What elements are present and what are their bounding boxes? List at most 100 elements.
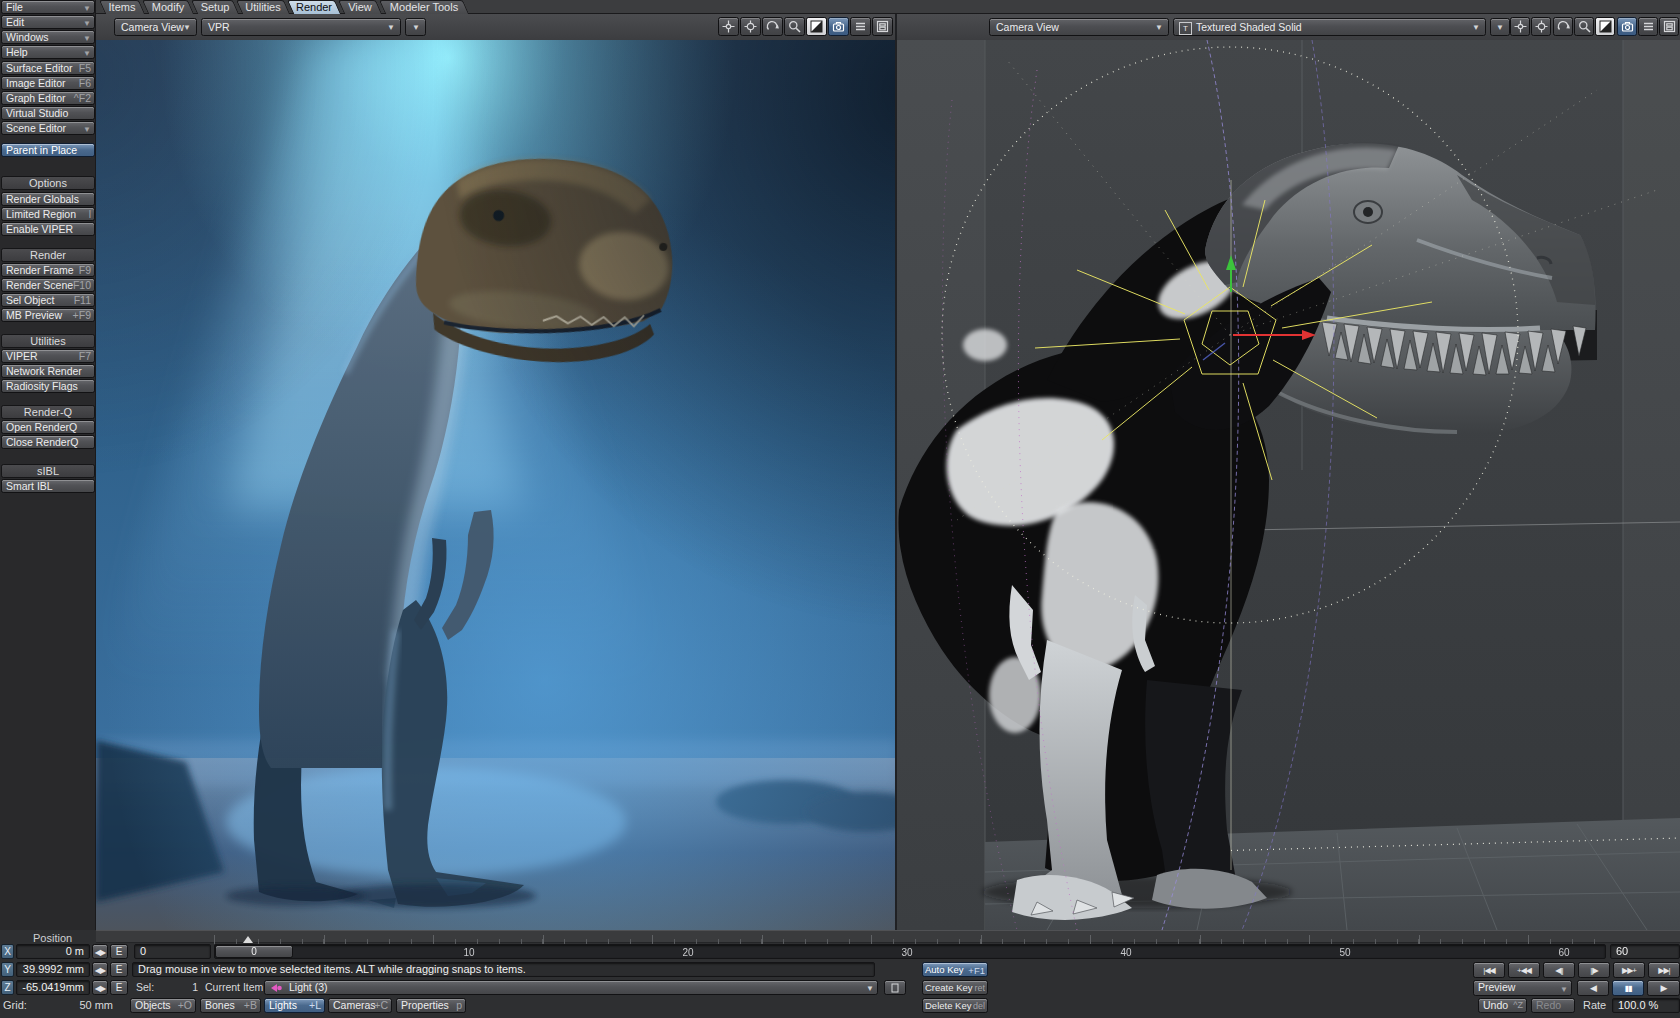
objects-button[interactable]: Objects+O [130,998,196,1013]
left-render-mode-dropdown[interactable]: VPR▼ [201,18,401,36]
bones-button[interactable]: Bones+B [200,998,261,1013]
viewport-layout-icon[interactable] [872,17,893,36]
prev-key-button[interactable]: +◀◀ [1508,962,1540,978]
menu-icon[interactable] [1638,17,1658,36]
current-frame-marker[interactable] [243,936,253,943]
menu-icon[interactable] [850,17,871,36]
viewport-layout-icon[interactable] [1659,17,1679,36]
parent-in-place-button[interactable]: Parent in Place [1,143,95,157]
move-icon[interactable] [1531,17,1551,36]
play-button[interactable]: ▶ [1647,980,1680,996]
step-back-button[interactable]: ◀|| [1543,962,1575,978]
undo-button[interactable]: Undo^Z [1478,998,1527,1013]
right-extra-dropdown[interactable]: ▼ [1490,18,1510,36]
properties-button[interactable]: Propertiesp [396,998,466,1013]
graph-editor-button[interactable]: Graph Editor^F2 [1,91,95,105]
move-icon[interactable] [740,17,761,36]
current-frame-field[interactable]: 0 [134,944,211,959]
delete-key-button[interactable]: Delete Keydel [922,998,988,1013]
timeline-slider-track[interactable]: 10 20 30 40 50 60 0 [214,944,1606,959]
menu-windows[interactable]: Windows▼ [1,30,95,44]
render-frame-button[interactable]: Render FrameF9 [1,263,95,277]
x-spinner[interactable]: ◀▶ [92,944,108,959]
tab-items[interactable]: Items [102,0,142,14]
expand-viewport-icon[interactable] [806,17,827,36]
go-start-button[interactable]: |◀◀ [1473,962,1505,978]
auto-key-button[interactable]: Auto Key+F1 [922,962,988,977]
create-key-button[interactable]: Create Keyret [922,980,988,995]
menu-file[interactable]: File▼ [1,0,95,14]
x-envelope-button[interactable]: E [110,944,128,959]
lights-button[interactable]: Lights+L [264,998,325,1013]
render-globals-button[interactable]: Render Globals [1,192,95,206]
virtual-studio-button[interactable]: Virtual Studio [1,106,95,120]
pan-icon[interactable] [1510,17,1530,36]
preview-dropdown[interactable]: Preview▼ [1473,980,1572,996]
limited-region-button[interactable]: Limited Regionl [1,207,95,221]
position-z-field[interactable]: -65.0419mm [16,980,90,995]
sel-object-button[interactable]: Sel ObjectF11 [1,293,95,307]
right-render-mode-dropdown[interactable]: T Textured Shaded Solid▼ [1173,18,1486,36]
right-view-type-dropdown[interactable]: Camera View▼ [989,18,1169,36]
y-envelope-button[interactable]: E [110,962,128,977]
viper-button[interactable]: VIPERF7 [1,349,95,363]
image-editor-button[interactable]: Image EditorF6 [1,76,95,90]
tab-modify[interactable]: Modify [145,0,191,14]
end-frame-field[interactable]: 60 [1610,944,1680,959]
network-render-button[interactable]: Network Render [1,364,95,378]
rate-field[interactable]: 100.0 % [1612,998,1680,1013]
close-renderq-button[interactable]: Close RenderQ [1,435,95,449]
bottom-panel: Position X 0 m ◀▶ E 0 10 20 30 40 50 60 … [0,930,1680,1018]
render-scene-button[interactable]: Render SceneF10 [1,278,95,292]
smart-ibl-button[interactable]: Smart IBL [1,479,95,493]
next-key-button[interactable]: ▶▶+ [1613,962,1645,978]
left-extra-dropdown[interactable]: ▼ [405,18,426,36]
timeline-slider-handle[interactable]: 0 [215,945,293,958]
mb-preview-button[interactable]: MB Preview+F9 [1,308,95,322]
z-envelope-button[interactable]: E [110,980,128,995]
current-item-dropdown[interactable]: Light (3) ▼ [264,980,878,995]
enable-viper-button[interactable]: Enable VIPER [1,222,95,236]
position-x-field[interactable]: 0 m [16,944,90,959]
tab-render[interactable]: Render [290,0,338,14]
z-axis-swatch[interactable]: Z [1,980,14,995]
tab-view[interactable]: View [341,0,379,14]
expand-viewport-icon[interactable] [1595,17,1615,36]
surface-editor-button[interactable]: Surface EditorF5 [1,61,95,75]
position-y-field[interactable]: 39.9992 mm [16,962,90,977]
zoom-icon[interactable] [784,17,805,36]
go-end-button[interactable]: ▶▶| [1648,962,1680,978]
redo-button[interactable]: Redo [1531,998,1575,1013]
right-viewport[interactable] [897,40,1680,930]
left-view-type-dropdown[interactable]: Camera View▼ [114,18,197,36]
scene-editor-button[interactable]: Scene Editor▼ [1,121,95,135]
timeline-ruler[interactable] [96,930,1680,943]
x-axis-swatch[interactable]: X [1,944,14,959]
camera-view-icon[interactable] [1617,17,1637,36]
rotate-icon[interactable] [1553,17,1573,36]
tab-setup[interactable]: Setup [194,0,236,14]
zoom-icon[interactable] [1574,17,1594,36]
item-list-button[interactable] [884,980,906,995]
step-forward-button[interactable]: ||▶ [1578,962,1610,978]
tab-modeler-tools[interactable]: Modeler Tools [382,0,466,14]
y-axis-swatch[interactable]: Y [1,962,14,977]
viewport-divider[interactable] [895,14,897,930]
play-reverse-button[interactable]: ◀ [1577,980,1609,996]
pause-button[interactable]: ▮▮ [1612,980,1644,996]
y-spinner[interactable]: ◀▶ [92,962,108,977]
menu-help[interactable]: Help▼ [1,45,95,59]
z-spinner[interactable]: ◀▶ [92,980,108,995]
right-viewport-header: Camera View▼ T Textured Shaded Solid▼ ▼ [897,14,1680,41]
tab-utilities[interactable]: Utilities [239,0,287,14]
open-renderq-button[interactable]: Open RenderQ [1,420,95,434]
left-viewport[interactable] [96,40,897,930]
rotate-icon[interactable] [762,17,783,36]
camera-view-icon[interactable] [828,17,849,36]
menu-edit[interactable]: Edit▼ [1,15,95,29]
radiosity-flags-button[interactable]: Radiosity Flags [1,379,95,393]
cameras-button[interactable]: Cameras+C [328,998,392,1013]
chevron-down-icon: ▼ [866,983,874,995]
pan-icon[interactable] [718,17,739,36]
rate-label: Rate [1583,998,1606,1013]
